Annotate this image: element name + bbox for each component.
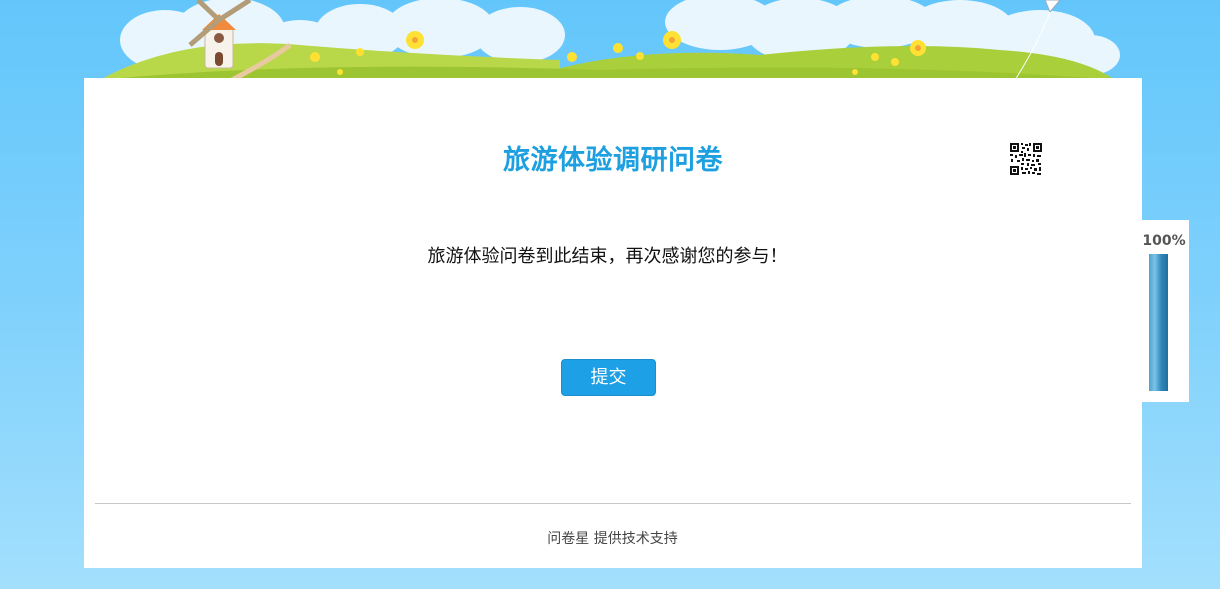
submit-button[interactable]: 提交 <box>561 359 656 396</box>
progress-fill <box>1149 254 1168 391</box>
footer-credit[interactable]: 问卷星 提供技术支持 <box>0 528 1220 548</box>
end-message: 旅游体验问卷到此结束，再次感谢您的参与！ <box>427 246 788 267</box>
progress-panel: 100% <box>1142 220 1189 402</box>
progress-label: 100% <box>1142 233 1186 249</box>
survey-title: 旅游体验调研问卷 <box>503 145 723 176</box>
progress-bar <box>1149 254 1168 391</box>
qr-code-icon[interactable] <box>1009 142 1043 176</box>
footer-divider <box>95 503 1131 504</box>
header-scenery <box>0 0 1220 80</box>
